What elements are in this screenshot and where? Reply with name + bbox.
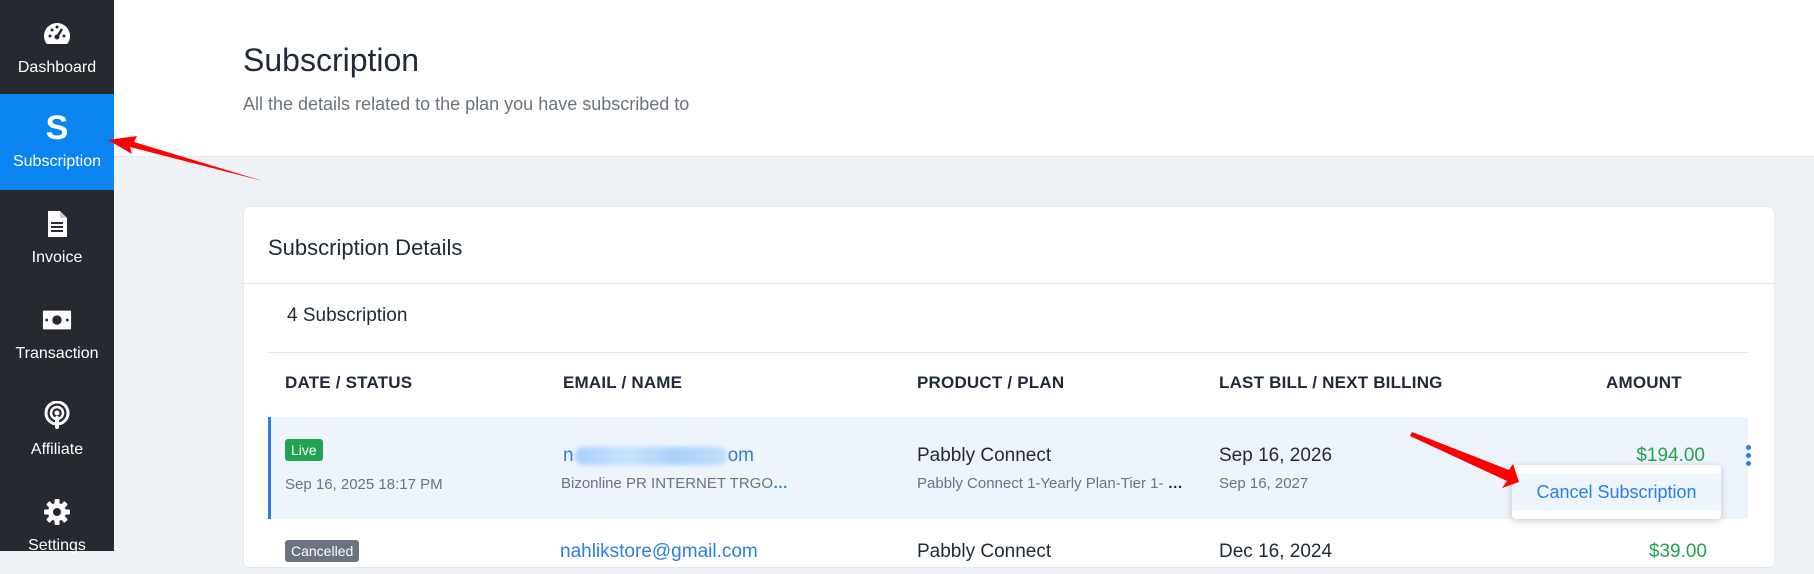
- column-header-product-plan: PRODUCT / PLAN: [917, 373, 1065, 392]
- subscription-count: 4 Subscription: [287, 305, 408, 326]
- subscriber-email[interactable]: n om: [563, 445, 754, 467]
- product-name: Pabbly Connect: [917, 445, 1052, 466]
- subscriber-name: Bizonline PR INTERNET TRGO…: [561, 475, 788, 492]
- transaction-cash-icon: [42, 305, 72, 335]
- status-badge: Live: [285, 439, 323, 461]
- sidebar-item-dashboard[interactable]: Dashboard: [0, 0, 114, 96]
- sidebar-item-label: Dashboard: [17, 59, 97, 76]
- row-actions-kebab-icon[interactable]: [1743, 445, 1753, 466]
- divider: [268, 352, 1748, 353]
- product-name: Pabbly Connect: [917, 541, 1052, 562]
- row-actions-menu: Cancel Subscription: [1512, 465, 1721, 519]
- sidebar-item-label: Affiliate: [30, 441, 84, 458]
- sidebar-item-settings[interactable]: Settings: [0, 478, 114, 574]
- settings-gear-icon: [42, 497, 72, 527]
- last-bill-date: Sep 16, 2026: [1219, 445, 1333, 466]
- card-title: Subscription Details: [268, 235, 463, 260]
- sidebar-item-subscription[interactable]: S Subscription: [0, 94, 114, 190]
- plan-name: Pabbly Connect 1-Yearly Plan-Tier 1- …: [917, 475, 1183, 492]
- sidebar-item-label: Subscription: [12, 153, 102, 170]
- subscription-s-icon: S: [45, 109, 69, 147]
- sidebar-item-label: Transaction: [15, 345, 99, 362]
- sidebar-item-affiliate[interactable]: Affiliate: [0, 382, 114, 478]
- invoice-document-icon: [42, 209, 72, 239]
- sidebar: Dashboard S Subscription Invoice Transac…: [0, 0, 114, 554]
- subscription-amount: $194.00: [1636, 445, 1705, 466]
- subscription-date: Sep 16, 2025 18:17 PM: [285, 476, 443, 493]
- sidebar-item-label: Invoice: [31, 249, 83, 266]
- status-badge: Cancelled: [285, 540, 360, 562]
- redacted-email: [574, 446, 727, 465]
- column-header-email-name: EMAIL / NAME: [563, 373, 683, 392]
- subscription-amount: $39.00: [1648, 541, 1707, 562]
- column-header-date-status: DATE / STATUS: [285, 373, 413, 392]
- sidebar-item-invoice[interactable]: Invoice: [0, 190, 114, 286]
- column-header-amount: AMOUNT: [1606, 373, 1682, 392]
- cancel-subscription-button[interactable]: Cancel Subscription: [1512, 474, 1721, 510]
- affiliate-podcast-icon: [42, 401, 72, 431]
- dashboard-gauge-icon: [42, 19, 72, 49]
- column-header-last-next-billing: LAST BILL / NEXT BILLING: [1219, 373, 1443, 392]
- page-subtitle: All the details related to the plan you …: [243, 94, 690, 114]
- last-bill-date: Dec 16, 2024: [1219, 541, 1333, 562]
- page-title: Subscription: [243, 42, 420, 78]
- page-header: Subscription All the details related to …: [114, 0, 1814, 157]
- subscriber-email[interactable]: nahlikstore@gmail.com: [560, 541, 758, 563]
- divider: [244, 283, 1774, 284]
- sidebar-item-label: Settings: [28, 537, 86, 554]
- sidebar-item-transaction[interactable]: Transaction: [0, 286, 114, 382]
- next-billing-date: Sep 16, 2027: [1219, 475, 1309, 492]
